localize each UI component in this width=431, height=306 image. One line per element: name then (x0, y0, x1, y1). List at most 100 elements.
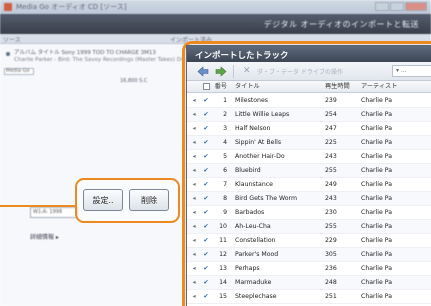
disc-icon (6, 52, 10, 56)
toolbar-search[interactable]: ダ・ブ・データ ドライブの操作 (257, 67, 343, 76)
close-icon[interactable] (405, 2, 427, 11)
forward-arrow-icon[interactable] (215, 66, 227, 77)
play-icon[interactable]: ◂ (189, 248, 199, 262)
track-duration: 229 (325, 237, 337, 244)
track-artist: Charlie Pa (361, 209, 393, 216)
back-arrow-icon[interactable] (197, 66, 209, 77)
delete-button[interactable]: 削除 (129, 189, 169, 211)
column-header-number[interactable]: 番号 (211, 81, 227, 92)
track-checkbox[interactable]: ✔ (201, 206, 211, 220)
track-number: 7 (223, 181, 227, 188)
play-icon[interactable]: ◂ (189, 164, 199, 178)
track-number: 10 (219, 223, 227, 230)
track-title: Sippin' At Bells (235, 139, 282, 146)
table-row[interactable]: ◂ ✔ 14 Marmaduke 248 Charlie Pa (187, 276, 431, 290)
track-checkbox[interactable]: ✔ (201, 136, 211, 150)
play-icon[interactable]: ◂ (189, 206, 199, 220)
track-duration: 243 (325, 153, 337, 160)
track-duration: 236 (325, 265, 337, 272)
track-checkbox[interactable]: ✔ (201, 220, 211, 234)
table-row[interactable]: ◂ ✔ 6 Bluebird 255 Charlie Pa (187, 164, 431, 178)
track-checkbox[interactable]: ✔ (201, 234, 211, 248)
table-row[interactable]: ◂ ✔ 13 Perhaps 236 Charlie Pa (187, 262, 431, 276)
play-icon[interactable]: ◂ (189, 122, 199, 136)
settings-button[interactable]: 設定.. (83, 189, 123, 211)
track-artist: Charlie Pa (361, 181, 393, 188)
track-checkbox[interactable]: ✔ (201, 262, 211, 276)
track-number: 14 (219, 279, 227, 286)
track-number: 1 (223, 97, 227, 104)
track-duration: 254 (325, 111, 337, 118)
table-row[interactable]: ◂ ✔ 9 Barbados 230 Charlie Pa (187, 206, 431, 220)
minimize-icon[interactable] (375, 2, 389, 11)
track-duration: 249 (325, 181, 337, 188)
play-icon[interactable]: ◂ (189, 290, 199, 304)
tab-source[interactable]: ソース (3, 35, 21, 44)
tracks-window-title: インポートしたトラック (195, 51, 289, 61)
track-checkbox[interactable]: ✔ (201, 178, 211, 192)
play-icon[interactable]: ◂ (189, 94, 199, 108)
table-row[interactable]: ◂ ✔ 15 Steeplechase 251 Charlie Pa (187, 290, 431, 304)
source-list-item[interactable]: アルバム タイトル Sony 1999 TOD TO CHARGE 3M13 C… (6, 50, 185, 66)
track-number: 11 (219, 237, 227, 244)
play-icon[interactable]: ◂ (189, 150, 199, 164)
table-row[interactable]: ◂ ✔ 1 Milestones 239 Charlie Pa (187, 94, 431, 108)
play-icon[interactable]: ◂ (189, 108, 199, 122)
track-checkbox[interactable]: ✔ (201, 150, 211, 164)
track-number: 9 (223, 209, 227, 216)
track-duration: 248 (325, 279, 337, 286)
app-header-text: デジタル オーディオのインポートと転送 (263, 20, 419, 29)
table-row[interactable]: ◂ ✔ 4 Sippin' At Bells 225 Charlie Pa (187, 136, 431, 150)
column-header-check[interactable] (201, 81, 211, 92)
table-row[interactable]: ◂ ✔ 8 Bird Gets The Worm 243 Charlie Pa (187, 192, 431, 206)
play-icon[interactable]: ◂ (189, 276, 199, 290)
track-title: Constellation (235, 237, 276, 244)
table-row[interactable]: ◂ ✔ 11 Constellation 229 Charlie Pa (187, 234, 431, 248)
play-icon[interactable]: ◂ (189, 136, 199, 150)
track-artist: Charlie Pa (361, 111, 393, 118)
source-field[interactable]: Media Go (4, 68, 34, 75)
track-checkbox[interactable]: ✔ (201, 122, 211, 136)
format-field[interactable]: W1:A: 1998 (30, 207, 78, 218)
toolbar-dropdown[interactable]: ▾ ... (392, 65, 431, 77)
track-checkbox[interactable]: ✔ (201, 164, 211, 178)
table-row[interactable]: ◂ ✔ 5 Another Hair-Do 243 Charlie Pa (187, 150, 431, 164)
track-duration: 243 (325, 195, 337, 202)
track-duration: 255 (325, 223, 337, 230)
track-number: 8 (223, 195, 227, 202)
table-header: 番号 タイトル 再生時間 アーティスト (187, 81, 431, 93)
track-checkbox[interactable]: ✔ (201, 108, 211, 122)
table-row[interactable]: ◂ ✔ 7 Klaunstance 249 Charlie Pa (187, 178, 431, 192)
table-row[interactable]: ◂ ✔ 10 Ah-Leu-Cha 255 Charlie Pa (187, 220, 431, 234)
clear-icon[interactable]: ✕ (243, 66, 251, 76)
track-checkbox[interactable]: ✔ (201, 290, 211, 304)
select-all-checkbox[interactable] (202, 82, 210, 90)
table-row[interactable]: ◂ ✔ 2 Little Willie Leaps 254 Charlie Pa (187, 108, 431, 122)
track-checkbox[interactable]: ✔ (201, 276, 211, 290)
column-header-artist[interactable]: アーティスト (361, 81, 431, 92)
play-icon[interactable]: ◂ (189, 220, 199, 234)
track-number: 4 (223, 139, 227, 146)
track-duration: 239 (325, 97, 337, 104)
maximize-icon[interactable] (390, 2, 404, 11)
track-checkbox[interactable]: ✔ (201, 192, 211, 206)
track-title: Steeplechase (235, 293, 277, 300)
window-controls (375, 2, 427, 11)
track-checkbox[interactable]: ✔ (201, 248, 211, 262)
play-icon[interactable]: ◂ (189, 192, 199, 206)
play-icon[interactable]: ◂ (189, 178, 199, 192)
track-checkbox[interactable]: ✔ (201, 94, 211, 108)
column-header-duration[interactable]: 再生時間 (325, 81, 355, 92)
play-icon[interactable]: ◂ (189, 234, 199, 248)
track-artist: Charlie Pa (361, 223, 393, 230)
column-header-title[interactable]: タイトル (235, 81, 321, 92)
track-artist: Charlie Pa (361, 97, 393, 104)
details-link[interactable]: 詳細情報 ▸ (30, 232, 59, 241)
table-row[interactable]: ◂ ✔ 12 Parker's Mood 305 Charlie Pa (187, 248, 431, 262)
track-title: Ah-Leu-Cha (235, 223, 271, 230)
play-icon[interactable]: ◂ (189, 262, 199, 276)
track-artist: Charlie Pa (361, 195, 393, 202)
table-row[interactable]: ◂ ✔ 3 Half Nelson 247 Charlie Pa (187, 122, 431, 136)
track-number: 13 (219, 265, 227, 272)
source-item-title: アルバム タイトル Sony 1999 TOD TO CHARGE 3M13 (14, 50, 156, 56)
